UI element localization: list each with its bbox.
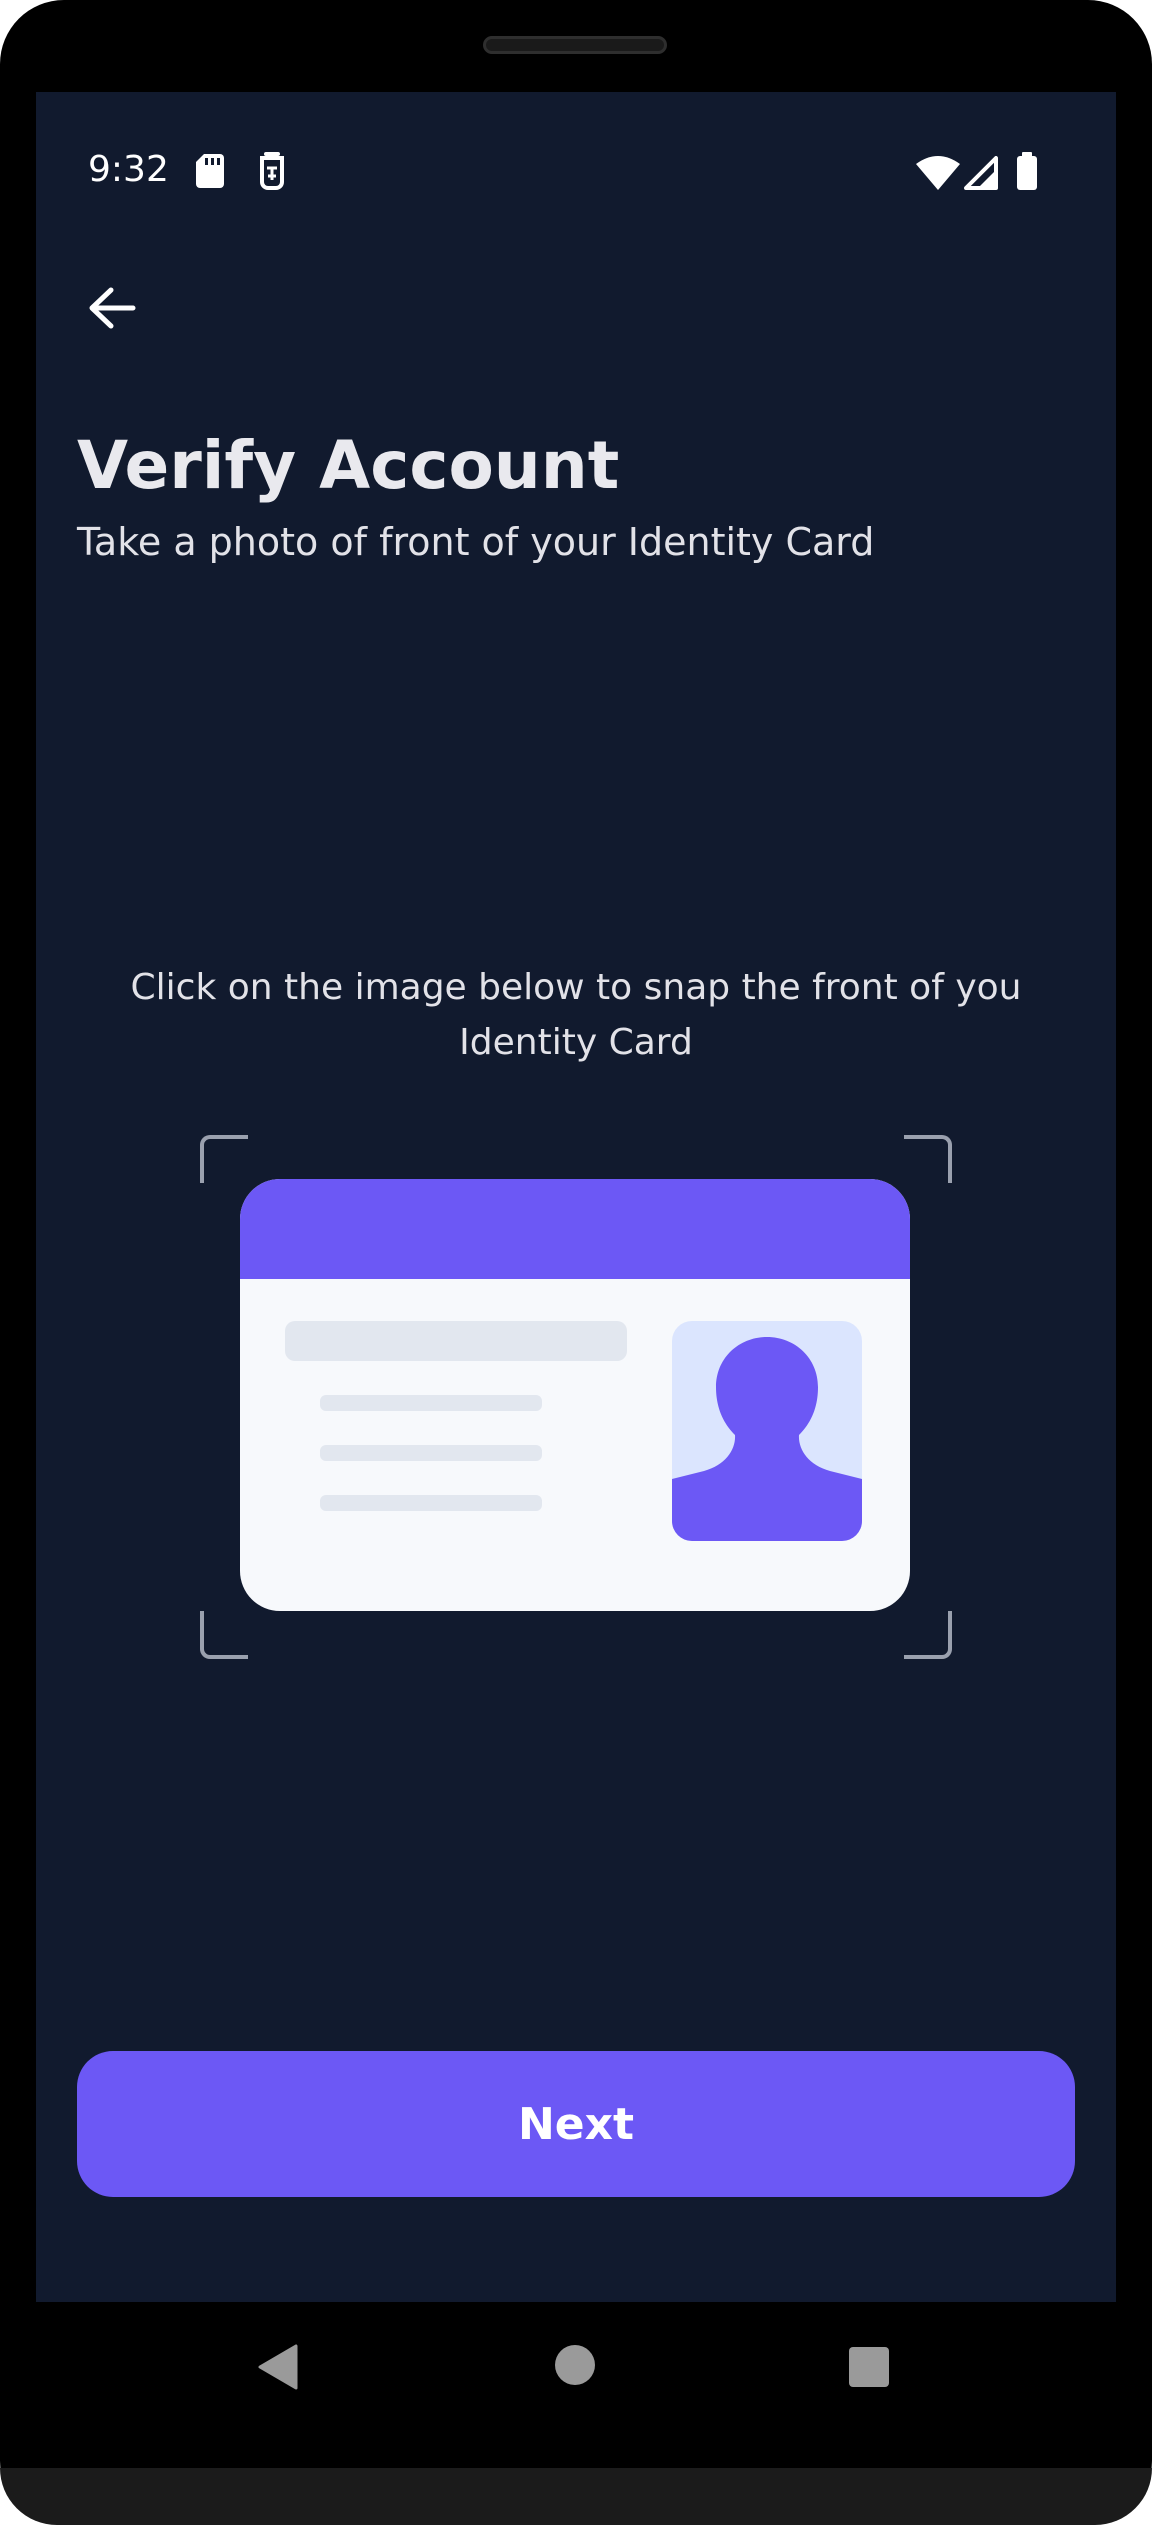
nav-back-icon[interactable] (258, 2344, 298, 2390)
next-button[interactable]: Next (77, 2051, 1075, 2197)
phone-chin (0, 2468, 1152, 2525)
back-button[interactable] (76, 272, 148, 344)
system-nav-bar (36, 2302, 1116, 2430)
nav-home-icon[interactable] (554, 2344, 596, 2386)
id-card-header-band (240, 1179, 910, 1279)
nav-recents-icon[interactable] (848, 2346, 890, 2388)
id-card-illustration (240, 1179, 910, 1611)
status-bar: 9:32 (36, 92, 1116, 222)
earpiece-speaker (483, 36, 667, 54)
id-card-line-placeholder (320, 1445, 542, 1461)
page-subtitle: Take a photo of front of your Identity C… (77, 520, 875, 564)
id-card-photo (672, 1321, 862, 1541)
id-card-capture-target[interactable] (200, 1135, 952, 1659)
sim-icon (260, 152, 284, 190)
capture-instruction: Click on the image below to snap the fro… (130, 967, 1022, 1063)
id-card-name-placeholder (285, 1321, 627, 1361)
frame-corner-top-right (904, 1135, 952, 1183)
signal-icon (964, 156, 998, 190)
phone-frame: 9:32 Verify Account Take a photo of fron… (0, 0, 1152, 2525)
battery-icon (1017, 152, 1037, 190)
sd-card-icon (196, 154, 224, 188)
frame-corner-bottom-right (904, 1611, 952, 1659)
frame-corner-top-left (200, 1135, 248, 1183)
app-screen: 9:32 Verify Account Take a photo of fron… (36, 92, 1116, 2302)
page-title: Verify Account (77, 427, 620, 504)
id-card-line-placeholder (320, 1495, 542, 1511)
frame-corner-bottom-left (200, 1611, 248, 1659)
status-time: 9:32 (88, 149, 169, 190)
wifi-icon (916, 156, 960, 190)
id-card-line-placeholder (320, 1395, 542, 1411)
person-silhouette-icon (672, 1337, 862, 1541)
arrow-left-icon (89, 287, 136, 329)
